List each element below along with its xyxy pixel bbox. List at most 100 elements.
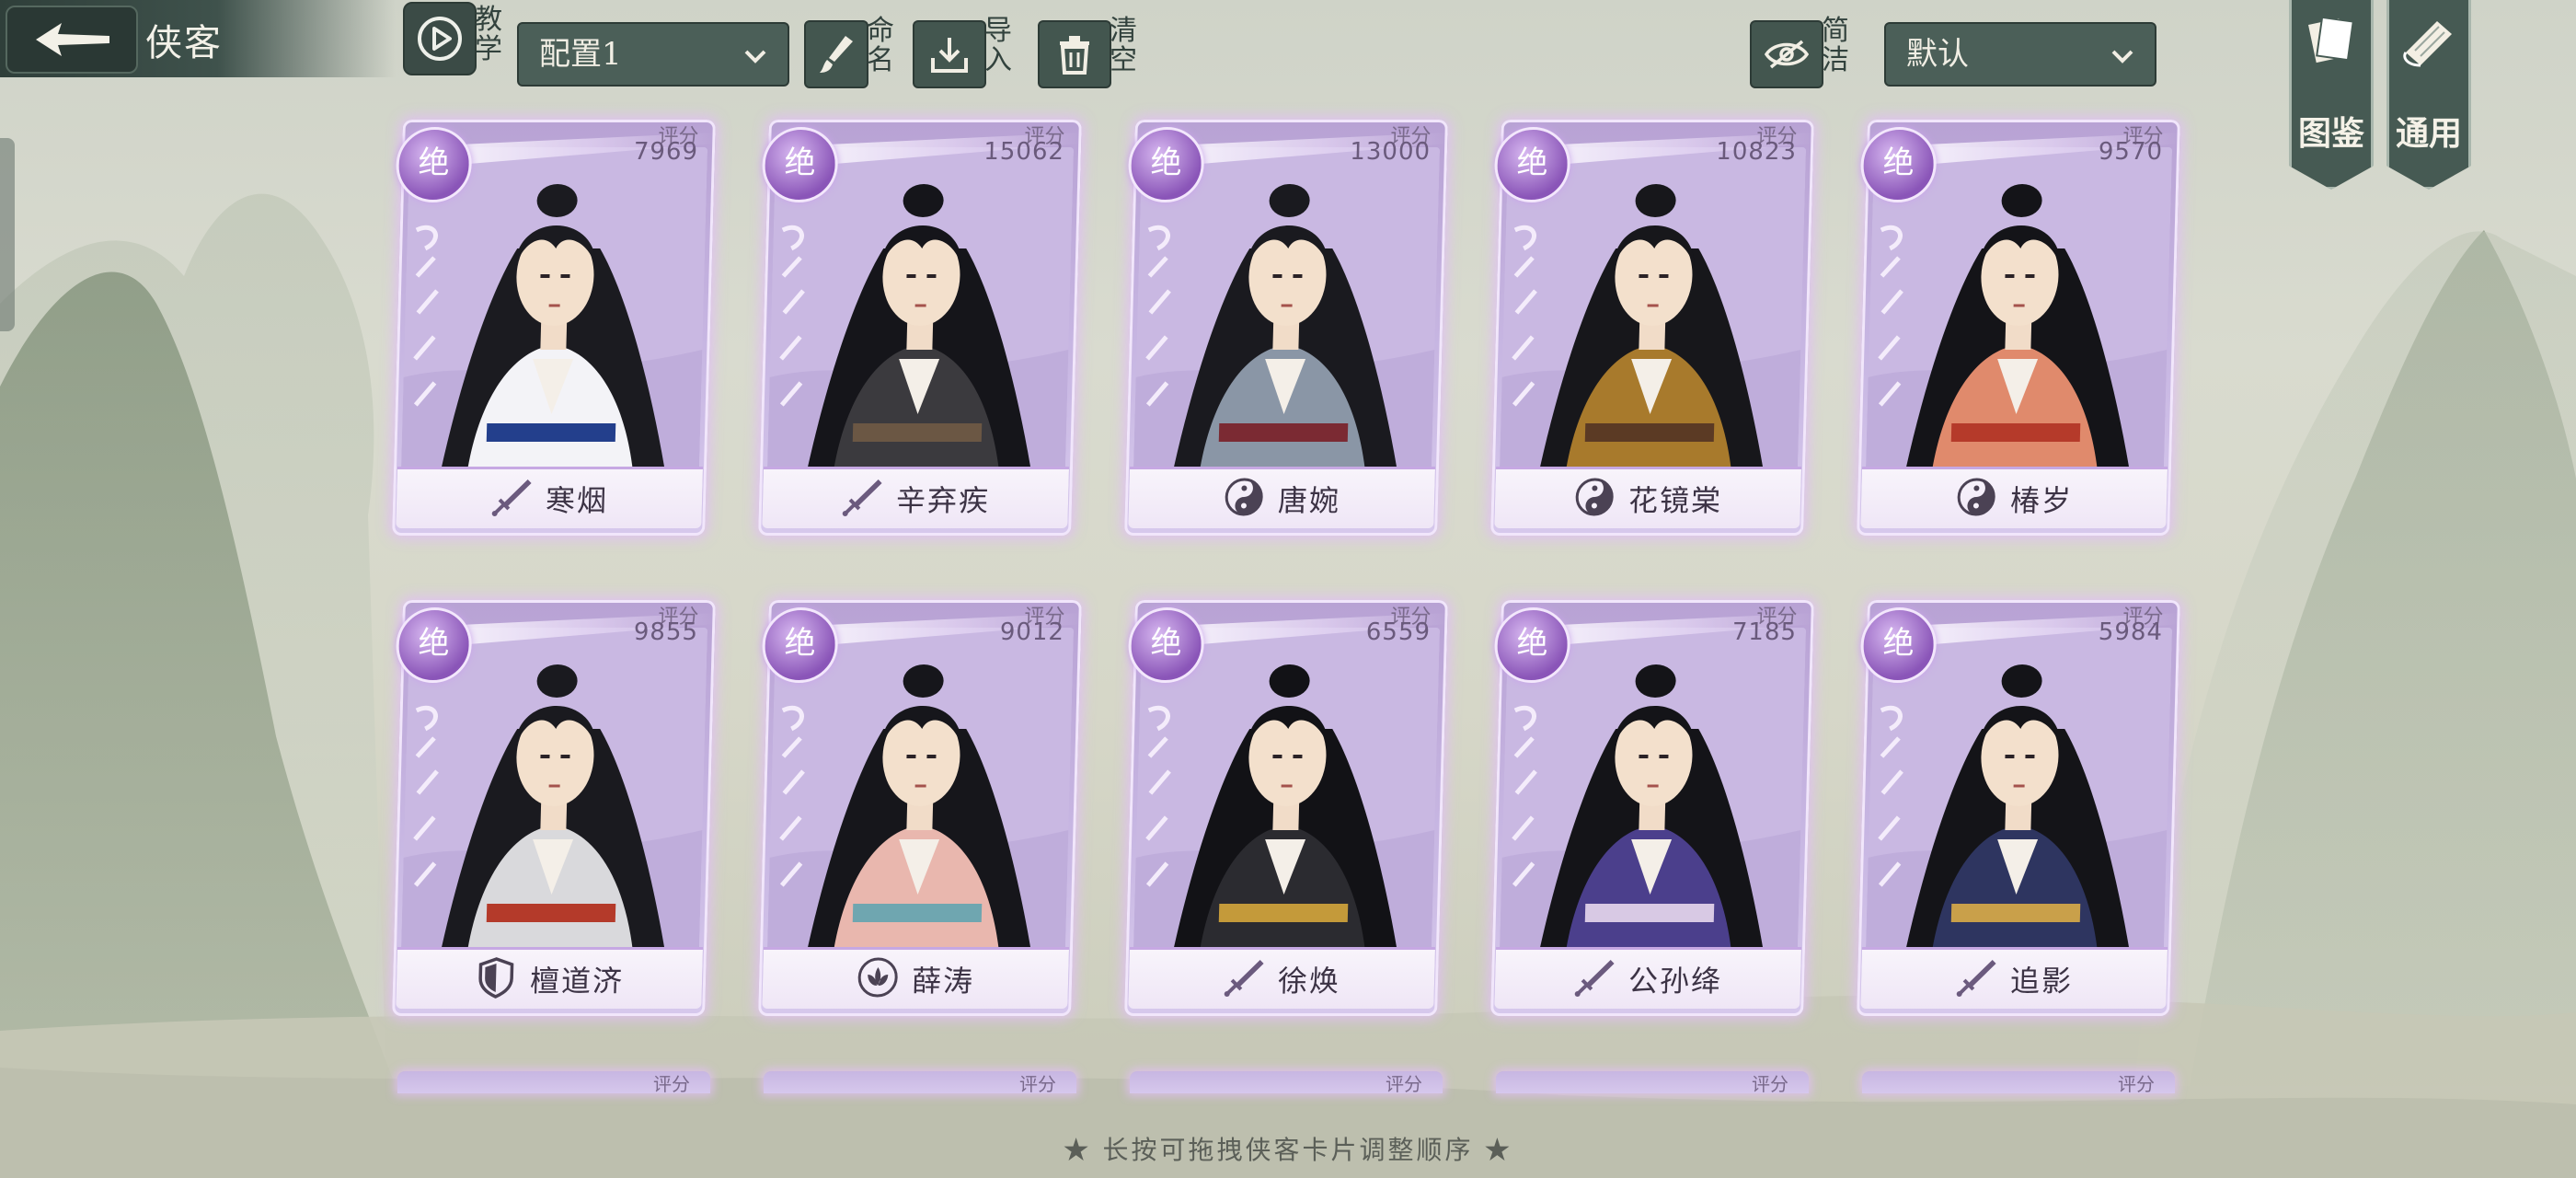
hero-card[interactable]: 评分 9570 绝 椿岁: [1857, 120, 2180, 536]
hero-card[interactable]: 评分 7969 绝 寒烟: [392, 120, 716, 536]
hero-name: 辛弃疾: [895, 483, 991, 518]
card-marks: [1865, 692, 1918, 968]
hero-card[interactable]: 评分 7185 绝 公孙绛: [1490, 600, 1814, 1016]
hero-name-bar: 公孙绛: [1494, 947, 1802, 1009]
download-icon: [931, 38, 968, 73]
hero-card[interactable]: 评分 13000 绝 唐婉: [1124, 120, 1448, 536]
import-label: 导入: [984, 15, 1012, 76]
chevron-down-icon: [744, 50, 766, 64]
hero-name: 寒烟: [545, 483, 609, 518]
hero-card-partial[interactable]: 评分: [1862, 1071, 2175, 1093]
card-marks: [1133, 212, 1186, 488]
hero-card[interactable]: 评分 9012 绝 薛涛: [758, 600, 1082, 1016]
score-label: 评分: [1752, 1073, 1788, 1093]
book-icon: [2308, 16, 2354, 64]
sword-icon: [840, 476, 883, 522]
hero-name: 徐焕: [1277, 964, 1341, 999]
card-marks: [766, 212, 820, 488]
card-marks: [766, 692, 820, 968]
hero-name: 椿岁: [2009, 483, 2074, 518]
hero-score: 5984: [2098, 618, 2164, 646]
sword-icon: [1222, 956, 1265, 1002]
hero-name: 花镜棠: [1627, 483, 1723, 518]
hero-score: 7969: [633, 138, 699, 166]
hero-score: 10823: [1715, 138, 1798, 166]
hero-card[interactable]: 评分 9855 绝 檀道济: [392, 600, 716, 1016]
sort-select[interactable]: 默认: [1884, 22, 2156, 87]
tutorial-button[interactable]: [403, 2, 477, 75]
taiji-icon: [1954, 476, 1997, 522]
hero-name-bar: 薛涛: [762, 947, 1070, 1009]
card-brush-marks: [413, 705, 439, 887]
hero-name: 唐婉: [1277, 483, 1341, 518]
hero-name-bar: 寒烟: [396, 467, 704, 528]
hero-card-partial[interactable]: 评分: [397, 1071, 710, 1093]
card-brush-marks: [1145, 225, 1171, 407]
hero-score: 15062: [983, 138, 1065, 166]
hero-card-partial[interactable]: 评分: [764, 1071, 1076, 1093]
side-handle[interactable]: [0, 138, 15, 331]
codex-button[interactable]: 图鉴: [2289, 0, 2374, 190]
hero-name-bar: 徐焕: [1128, 947, 1436, 1009]
back-arrow-icon: [36, 23, 109, 56]
drag-hint: ★ 长按可拖拽侠客卡片调整顺序 ★: [1063, 1135, 1513, 1165]
score-label: 评分: [1019, 1073, 1056, 1093]
simple-mode-button[interactable]: [1750, 20, 1823, 88]
config-select[interactable]: 配置1: [517, 22, 789, 87]
card-brush-marks: [1145, 705, 1171, 887]
card-marks: [1499, 212, 1552, 488]
hero-card-partial[interactable]: 评分: [1496, 1071, 1809, 1093]
sort-select-value: 默认: [1906, 36, 1969, 73]
common-label: 通用: [2395, 114, 2462, 153]
play-icon: [418, 17, 462, 61]
hero-score: 13000: [1349, 138, 1432, 166]
sword-icon: [489, 476, 533, 522]
scroll-icon: [2403, 21, 2452, 67]
hero-score: 9570: [2098, 138, 2164, 166]
hero-card[interactable]: 评分 5984 绝 追影: [1857, 600, 2180, 1016]
import-button[interactable]: [913, 20, 986, 88]
hero-card[interactable]: 评分 15062 绝 辛弃疾: [758, 120, 1082, 536]
clear-button[interactable]: [1038, 20, 1111, 88]
simple-mode-label: 简洁: [1822, 15, 1849, 76]
card-marks: [1865, 212, 1918, 488]
hero-name-bar: 唐婉: [1128, 467, 1436, 528]
taiji-icon: [1572, 476, 1616, 522]
codex-label: 图鉴: [2297, 114, 2364, 153]
hero-name-bar: 檀道济: [396, 947, 704, 1009]
hero-name-bar: 追影: [1860, 947, 2168, 1009]
hero-card[interactable]: 评分 10823 绝 花镜棠: [1490, 120, 1814, 536]
card-brush-marks: [1878, 225, 1903, 407]
card-brush-marks: [1878, 705, 1903, 887]
hero-card[interactable]: 评分 6559 绝 徐焕: [1124, 600, 1448, 1016]
tutorial-label: 教学: [475, 4, 502, 65]
rename-button[interactable]: [804, 20, 868, 88]
card-brush-marks: [779, 705, 805, 887]
card-marks: [400, 692, 454, 968]
shield-icon: [474, 956, 517, 1002]
hero-name: 檀道济: [529, 964, 625, 999]
card-marks: [1133, 692, 1186, 968]
card-brush-marks: [1512, 225, 1537, 407]
taiji-icon: [1222, 476, 1265, 522]
hero-card-partial[interactable]: 评分: [1130, 1071, 1443, 1093]
card-marks: [400, 212, 454, 488]
lotus-icon: [856, 956, 899, 1002]
trash-icon: [1060, 36, 1089, 75]
sword-icon: [1954, 956, 1997, 1002]
score-label: 评分: [653, 1073, 690, 1093]
sword-icon: [1572, 956, 1616, 1002]
score-label: 评分: [2118, 1073, 2155, 1093]
hero-name: 公孙绛: [1627, 964, 1723, 999]
hero-name: 追影: [2009, 964, 2074, 999]
common-button[interactable]: 通用: [2386, 0, 2471, 190]
back-button[interactable]: [6, 6, 138, 74]
hero-score: 9855: [633, 618, 699, 646]
hero-score: 7185: [1731, 618, 1798, 646]
hero-score: 6559: [1365, 618, 1432, 646]
page-title: 侠客: [145, 22, 223, 64]
hero-score: 9012: [999, 618, 1065, 646]
hero-name: 薛涛: [911, 964, 975, 999]
card-brush-marks: [1512, 705, 1537, 887]
card-marks: [1499, 692, 1552, 968]
